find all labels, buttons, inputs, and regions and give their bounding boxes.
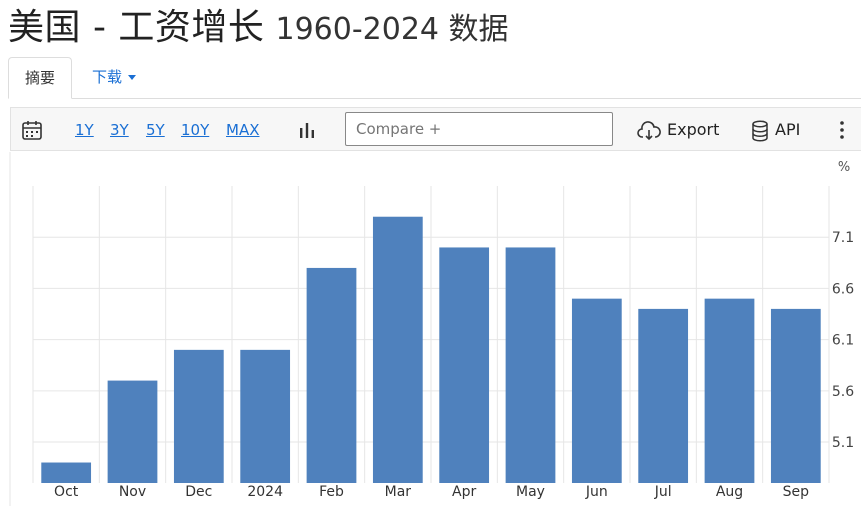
tab-download-label: 下载 xyxy=(92,68,123,86)
page-title: 美国 - 工资增长 1960-2024 数据 xyxy=(8,6,509,50)
x-tick-label: Jun xyxy=(585,484,608,500)
y-tick-label: 6.1 xyxy=(832,333,854,349)
y-tick-label: 6.6 xyxy=(832,281,854,297)
x-tick-label: Oct xyxy=(54,484,79,500)
bar-jun[interactable] xyxy=(571,298,622,483)
bar-nov[interactable] xyxy=(107,380,158,483)
range-5y[interactable]: 5Y xyxy=(146,121,165,139)
bar-dec[interactable] xyxy=(173,349,224,483)
y-tick-label: 7.1 xyxy=(832,230,854,246)
bar-jul[interactable] xyxy=(638,308,689,483)
bar-may[interactable] xyxy=(505,247,556,483)
export-button[interactable]: Export xyxy=(637,118,719,142)
bar-oct[interactable] xyxy=(41,462,92,483)
range-3y[interactable]: 3Y xyxy=(110,121,129,139)
x-tick-label: Mar xyxy=(385,484,412,500)
title-main: 美国 - 工资增长 xyxy=(8,7,265,48)
cloud-download-icon xyxy=(637,120,661,140)
api-label: API xyxy=(775,120,801,139)
tab-bar: 摘要 下载 xyxy=(8,57,861,99)
y-axis-unit: % xyxy=(838,160,850,175)
title-sub: 1960-2024 数据 xyxy=(275,12,509,47)
x-tick-label: Apr xyxy=(452,484,476,500)
bar-sep[interactable] xyxy=(770,308,821,483)
x-tick-label: Dec xyxy=(185,484,212,500)
x-tick-label: Aug xyxy=(716,484,743,500)
compare-input[interactable] xyxy=(345,112,613,146)
bar-aug[interactable] xyxy=(704,298,755,483)
caret-down-icon xyxy=(128,75,137,80)
range-1y[interactable]: 1Y xyxy=(75,121,94,139)
range-10y[interactable]: 10Y xyxy=(181,121,209,139)
tab-summary[interactable]: 摘要 xyxy=(8,57,73,99)
chart-toolbar: 1Y 3Y 5Y 10Y MAX Export API xyxy=(10,107,861,151)
x-tick-label: May xyxy=(516,484,545,500)
y-tick-label: 5.1 xyxy=(832,435,854,451)
y-tick-label: 5.6 xyxy=(832,384,854,400)
bar-chart-icon[interactable] xyxy=(297,120,317,140)
api-button[interactable]: API xyxy=(751,118,800,142)
calendar-icon[interactable] xyxy=(21,119,43,141)
x-tick-label: 2024 xyxy=(247,484,283,500)
bar-2024[interactable] xyxy=(240,349,291,483)
export-label: Export xyxy=(667,120,720,139)
bar-apr[interactable] xyxy=(439,247,490,483)
tab-download[interactable]: 下载 xyxy=(76,57,152,99)
range-max[interactable]: MAX xyxy=(226,121,259,139)
more-options-icon[interactable] xyxy=(837,120,847,140)
x-tick-label: Sep xyxy=(783,484,810,500)
bar-chart: % 5.1 5.6 6.1 6.6 7.1 Oct Nov Dec 2024 Feb Mar Apr M… xyxy=(9,152,854,506)
bar-feb[interactable] xyxy=(306,267,357,483)
x-tick-label: Nov xyxy=(119,484,146,500)
bar-mar[interactable] xyxy=(372,216,423,484)
x-tick-label: Feb xyxy=(319,484,344,500)
x-tick-label: Jul xyxy=(654,484,672,500)
database-icon xyxy=(752,119,768,142)
